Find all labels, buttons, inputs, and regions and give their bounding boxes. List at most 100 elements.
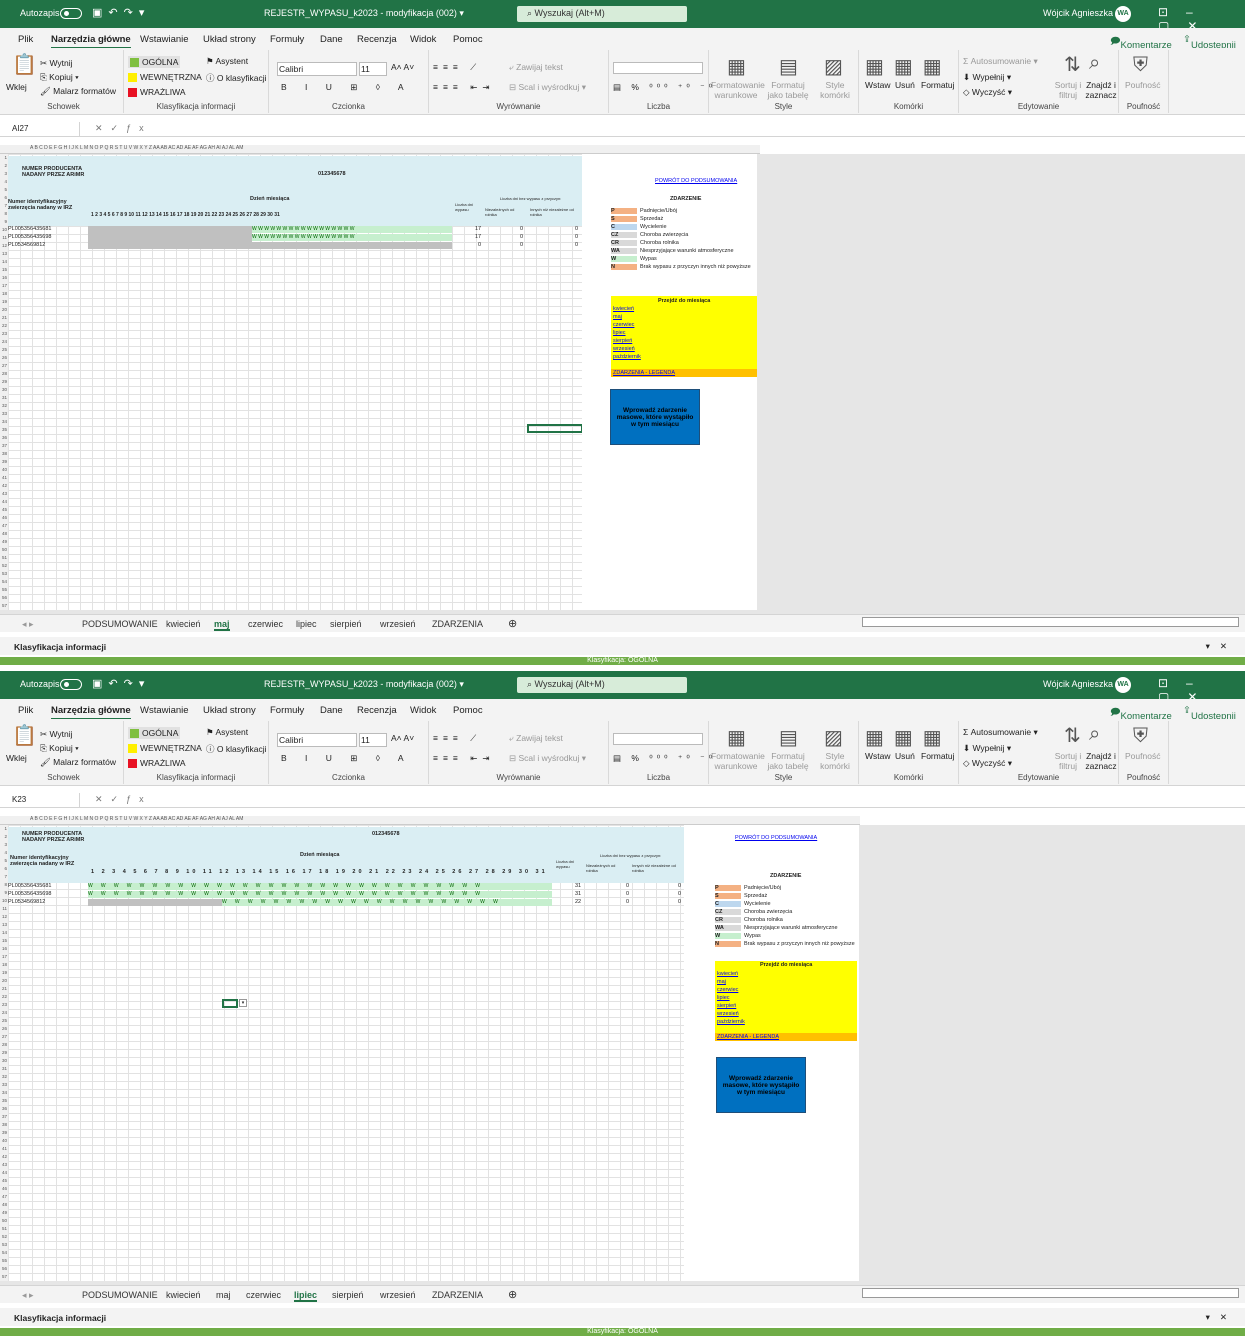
- row-number[interactable]: 57: [0, 1273, 8, 1281]
- row-number[interactable]: 1: [0, 825, 8, 833]
- font-grow-icon[interactable]: A˄ A˅: [391, 62, 414, 72]
- about-classification-button[interactable]: ⓘ O klasyfikacji: [206, 72, 266, 84]
- row-numbers[interactable]: 1 2 3 4 5 6 7 8 9 10 11 12 13 14 15 16 17 18 19 20 21 22 23 24 2…: [0, 154, 8, 610]
- row-number[interactable]: 27: [0, 1033, 8, 1041]
- number-format-icons[interactable]: ▤ % ⁰⁰⁰ ⁺⁰ ⁻⁰: [613, 753, 716, 764]
- row-number[interactable]: 57: [0, 602, 8, 610]
- row-number[interactable]: 50: [0, 1217, 8, 1225]
- document-title[interactable]: REJESTR_WYPASU_k2023 - modyfikacja (002)…: [264, 679, 464, 690]
- tab-help[interactable]: Pomoc: [453, 705, 483, 716]
- horizontal-scrollbar[interactable]: [862, 617, 1239, 627]
- month-link[interactable]: październik: [717, 1019, 745, 1025]
- row-number[interactable]: 22: [0, 993, 8, 1001]
- tab-insert[interactable]: Wstawianie: [140, 705, 189, 716]
- animal-id-3[interactable]: PL0534569812: [8, 242, 45, 248]
- month-link[interactable]: lipiec: [717, 995, 730, 1001]
- row-number[interactable]: 15: [0, 937, 8, 945]
- font-name-select[interactable]: Calibri: [277, 62, 357, 76]
- sensitivity-icon[interactable]: ⛨: [1133, 725, 1148, 748]
- month-link[interactable]: sierpień: [717, 1003, 736, 1009]
- user-name[interactable]: Wójcik Agnieszka: [1043, 8, 1113, 18]
- row-number[interactable]: 41: [0, 1145, 8, 1153]
- sheet-tab-sierpien[interactable]: sierpień: [330, 619, 362, 629]
- sheet-tab-zdarzenia[interactable]: ZDARZENIA: [432, 619, 483, 629]
- row-number[interactable]: 12: [0, 242, 8, 250]
- sort-icon[interactable]: ⇅: [1064, 723, 1081, 748]
- format-table-button[interactable]: Formatuj jako tabelę: [763, 80, 813, 100]
- row-number[interactable]: 36: [0, 434, 8, 442]
- row-number[interactable]: 23: [0, 330, 8, 338]
- tab-insert[interactable]: Wstawianie: [140, 34, 189, 45]
- sheet-tab-czerwiec[interactable]: czerwiec: [248, 619, 283, 629]
- assistant-button[interactable]: ⚑ Asystent: [206, 727, 248, 738]
- align-top-icons[interactable]: ≡≡≡ ⟋: [433, 62, 481, 73]
- tab-data[interactable]: Dane: [320, 705, 343, 716]
- class-sensitive-button[interactable]: WRAŻLIWA: [128, 87, 186, 98]
- class-internal-button[interactable]: WEWNĘTRZNA: [128, 72, 202, 83]
- assistant-button[interactable]: ⚑ Asystent: [206, 56, 248, 67]
- grazing-row-1[interactable]: W W W W W W W W W W W W W W W W W W W W …: [88, 883, 552, 890]
- grazing-row-2[interactable]: W W W W W W W W W W W W W W W W W: [252, 234, 452, 241]
- row-number[interactable]: 11: [0, 234, 8, 242]
- search-box[interactable]: ⌕ Wyszukaj (Alt+M): [517, 6, 687, 22]
- row-number[interactable]: 4: [0, 178, 8, 186]
- row-number[interactable]: 49: [0, 538, 8, 546]
- align-horizontal-icons[interactable]: ≡≡≡ ⇤⇥: [433, 82, 495, 93]
- row-number[interactable]: 43: [0, 1161, 8, 1169]
- month-link[interactable]: wrzesień: [717, 1011, 739, 1017]
- row-number[interactable]: 47: [0, 1193, 8, 1201]
- grazing-row-3[interactable]: W W W W W W W W W W W W W W W W W W W W …: [222, 899, 552, 906]
- legend-link[interactable]: ZDARZENIA - LEGENDA: [613, 370, 675, 376]
- row-number[interactable]: 13: [0, 250, 8, 258]
- sheet-tab-wrzesien[interactable]: wrzesień: [380, 619, 416, 629]
- month-link[interactable]: czerwiec: [613, 322, 634, 328]
- fill-button[interactable]: ⬇ Wypełnij ▾: [963, 72, 1011, 83]
- class-internal-button[interactable]: WEWNĘTRZNA: [128, 743, 202, 754]
- mass-event-button[interactable]: Wprowadź zdarzenie masowe, które wystąpi…: [610, 389, 700, 445]
- quick-access-icons[interactable]: ▣↶↷▾: [92, 6, 150, 19]
- row-number[interactable]: 11: [0, 905, 8, 913]
- row-number[interactable]: 7: [0, 202, 8, 210]
- row-number[interactable]: 6: [0, 865, 8, 873]
- table-format-icon[interactable]: ▤: [779, 54, 798, 79]
- grazing-row-1[interactable]: W W W W W W W W W W W W W W W W W: [252, 226, 452, 233]
- sheet-tab-kwiecien[interactable]: kwiecień: [166, 619, 201, 629]
- month-link[interactable]: maj: [613, 314, 622, 320]
- format-button[interactable]: Formatuj: [921, 751, 955, 761]
- row-number[interactable]: 38: [0, 450, 8, 458]
- sheet-tab-maj[interactable]: maj: [216, 1290, 231, 1300]
- tab-home[interactable]: Narzędzia główne: [51, 705, 131, 720]
- row-number[interactable]: 52: [0, 1233, 8, 1241]
- classification-bar-controls[interactable]: ▾✕: [1206, 1312, 1237, 1323]
- row-number[interactable]: 48: [0, 1201, 8, 1209]
- sheet-tab-podsumowanie[interactable]: PODSUMOWANIE: [82, 1290, 158, 1300]
- row-number[interactable]: 23: [0, 1001, 8, 1009]
- row-number[interactable]: 28: [0, 370, 8, 378]
- font-grow-icon[interactable]: A˄ A˅: [391, 733, 414, 743]
- paste-button[interactable]: Wklej: [6, 753, 27, 763]
- tab-formulas[interactable]: Formuły: [270, 705, 304, 716]
- row-number[interactable]: 10: [0, 226, 8, 234]
- user-name[interactable]: Wójcik Agnieszka: [1043, 679, 1113, 689]
- sensitivity-icon[interactable]: ⛨: [1133, 54, 1148, 77]
- row-number[interactable]: 5: [0, 186, 8, 194]
- cut-button[interactable]: ✂ Wytnij: [40, 729, 73, 740]
- row-number[interactable]: 56: [0, 594, 8, 602]
- row-number[interactable]: 29: [0, 378, 8, 386]
- format-painter-button[interactable]: 🖌 Malarz formatów: [40, 757, 116, 768]
- tab-view[interactable]: Widok: [410, 705, 436, 716]
- sheet-tab-lipiec[interactable]: lipiec: [294, 1290, 318, 1302]
- row-number[interactable]: 27: [0, 362, 8, 370]
- sort-filter-button[interactable]: Sortuj i filtruj: [1051, 80, 1085, 100]
- autosum-button[interactable]: Σ Autosumowanie ▾: [963, 727, 1038, 738]
- wrap-text-button[interactable]: ⤶ Zawijaj tekst: [509, 62, 563, 73]
- number-format-icons[interactable]: ▤ % ⁰⁰⁰ ⁺⁰ ⁻⁰: [613, 82, 716, 93]
- font-size-select[interactable]: 11: [359, 62, 387, 76]
- tab-nav-arrows[interactable]: ◂ ▸: [22, 1290, 34, 1301]
- row-number[interactable]: 25: [0, 346, 8, 354]
- month-link[interactable]: kwiecień: [613, 306, 634, 312]
- month-link[interactable]: kwiecień: [717, 971, 738, 977]
- grazing-row-2[interactable]: W W W W W W W W W W W W W W W W W W W W …: [88, 891, 552, 898]
- find-select-button[interactable]: Znajdź i zaznacz: [1083, 80, 1119, 100]
- row-number[interactable]: 2: [0, 833, 8, 841]
